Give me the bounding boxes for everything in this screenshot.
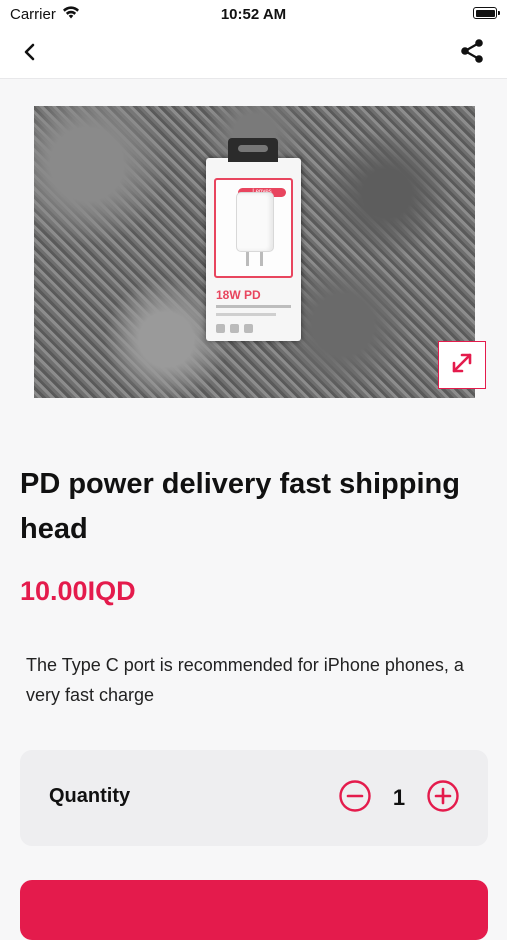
- charger-box-image: Lenyes 18W PD: [206, 138, 301, 341]
- share-icon: [459, 38, 485, 69]
- quantity-label: Quantity: [49, 785, 131, 807]
- box-sub-line: [216, 305, 291, 308]
- plus-circle-icon: [426, 779, 460, 818]
- battery-level: [475, 9, 495, 17]
- box-icon: [244, 324, 253, 333]
- expand-icon: [450, 351, 474, 380]
- quantity-stepper: 1: [338, 779, 460, 818]
- box-label: 18W PD: [216, 288, 261, 302]
- battery-full-icon: [473, 7, 500, 19]
- chevron-left-icon: [23, 43, 37, 66]
- charger-body: [236, 192, 274, 252]
- quantity-card: Quantity 1: [20, 750, 488, 846]
- charger-pin: [260, 252, 263, 266]
- expand-image-button[interactable]: [438, 341, 486, 389]
- minus-circle-icon: [338, 779, 372, 818]
- charger-pin: [246, 252, 249, 266]
- increment-button[interactable]: [426, 779, 460, 818]
- box-icon: [230, 324, 239, 333]
- box-icons: [216, 324, 253, 333]
- back-button[interactable]: [16, 40, 44, 68]
- share-button[interactable]: [457, 38, 487, 68]
- product-description: The Type C port is recommended for iPhon…: [26, 655, 464, 705]
- product-title: PD power delivery fast shipping head: [20, 468, 460, 545]
- box-window: Lenyes: [214, 178, 293, 278]
- box-hanger: [228, 138, 278, 162]
- box-icon: [216, 324, 225, 333]
- status-time: 10:52 AM: [220, 6, 287, 23]
- quantity-value: 1: [392, 785, 406, 810]
- add-to-cart-button[interactable]: [20, 880, 488, 940]
- decrement-button[interactable]: [338, 779, 372, 818]
- nav-bar: [0, 28, 507, 79]
- status-bar: Carrier 10:52 AM: [0, 0, 507, 28]
- box-sub-line: [216, 313, 276, 316]
- product-image[interactable]: Lenyes 18W PD: [34, 106, 475, 398]
- product-price: 10.00IQD: [20, 576, 136, 606]
